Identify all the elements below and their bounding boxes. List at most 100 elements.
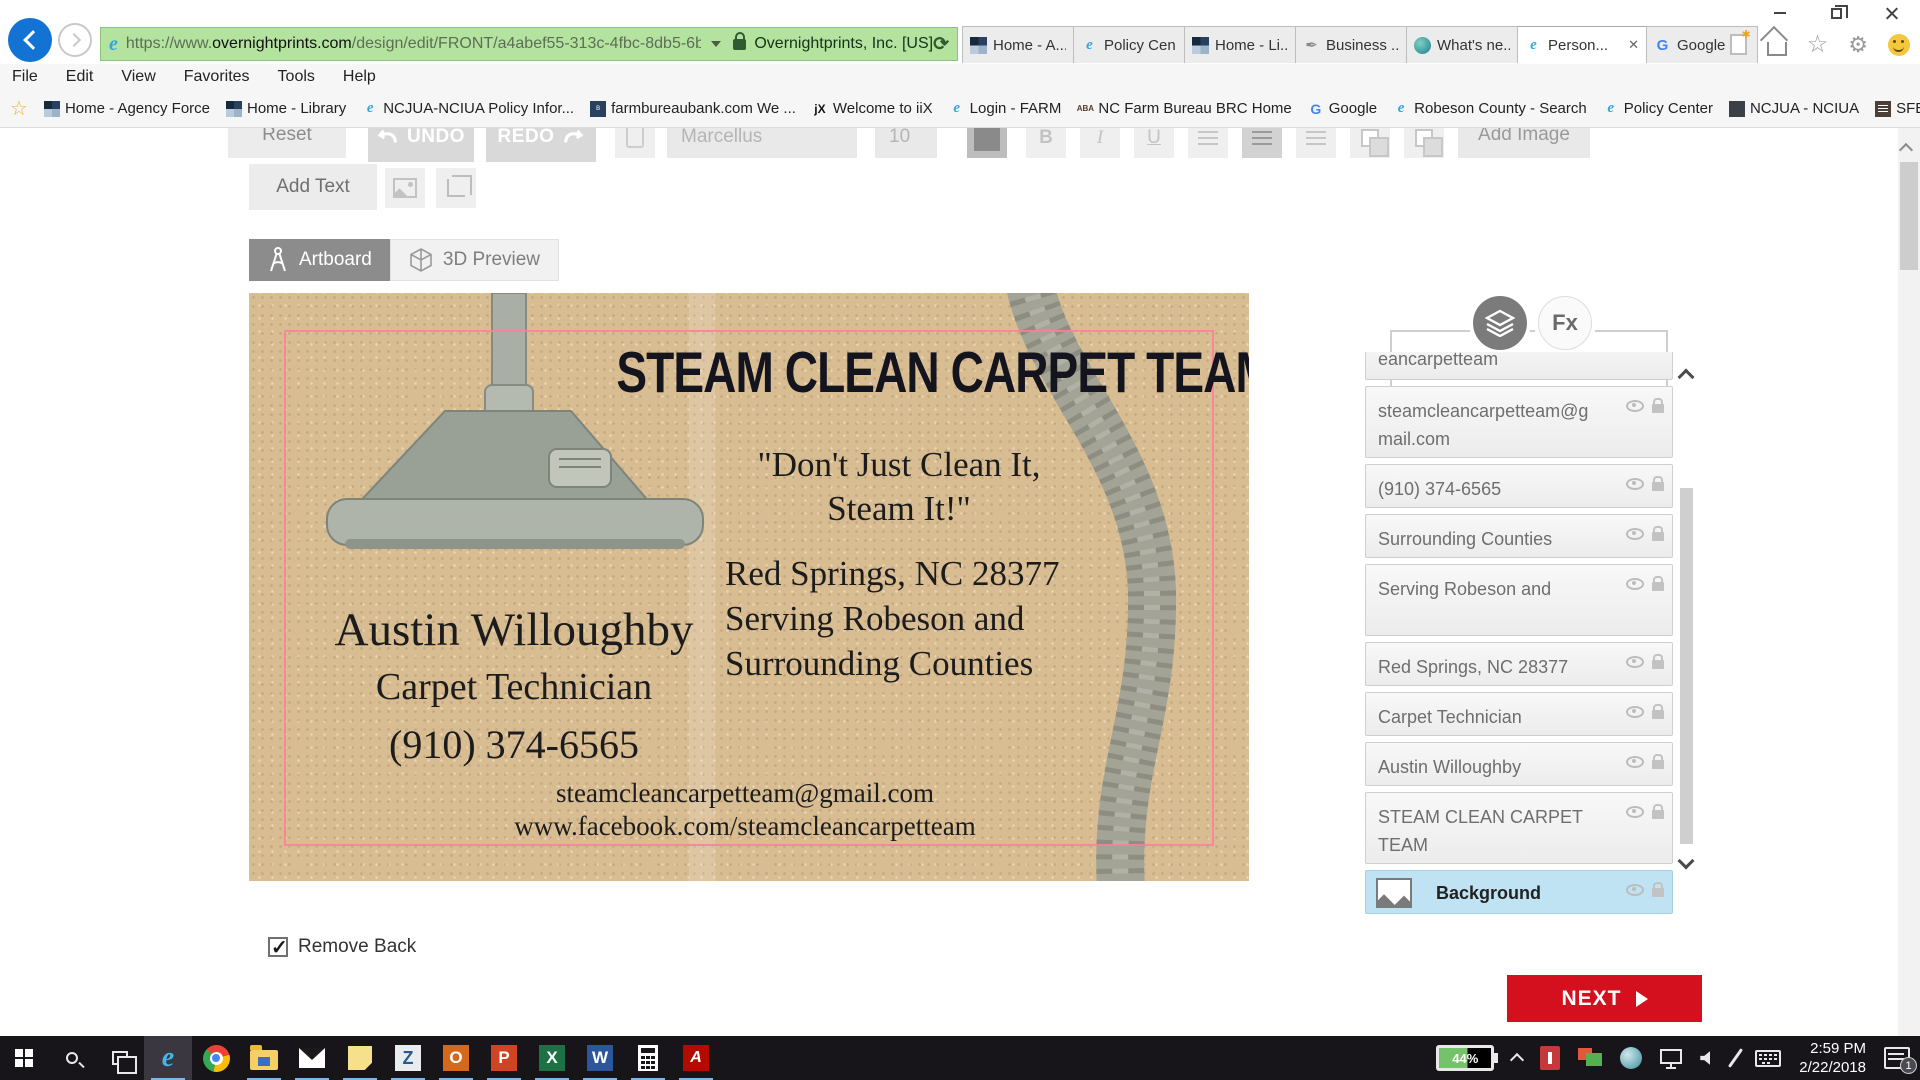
taskbar-outlook[interactable]: O (432, 1036, 480, 1080)
maximize-button[interactable] (1808, 0, 1864, 26)
visibility-eye-icon[interactable] (1626, 756, 1644, 768)
new-tab-icon[interactable] (1730, 34, 1747, 55)
remove-back-checkbox[interactable] (268, 937, 288, 957)
favorite-login-farm[interactable]: eLogin - FARM (949, 100, 1062, 117)
business-card-canvas[interactable]: STEAM CLEAN CARPET TEAM "Don't Just Clea… (249, 293, 1249, 881)
visibility-eye-icon[interactable] (1626, 884, 1644, 896)
tray-app-red-icon[interactable] (1540, 1046, 1560, 1070)
visibility-eye-icon[interactable] (1626, 528, 1644, 540)
bring-forward-button[interactable] (1350, 128, 1390, 158)
crop-button[interactable] (436, 168, 476, 208)
taskbar-ie[interactable]: e (144, 1036, 192, 1080)
taskbar-file-explorer[interactable] (240, 1036, 288, 1080)
insert-image-button[interactable] (385, 168, 425, 208)
lock-icon[interactable] (1652, 710, 1664, 719)
lock-icon[interactable] (1652, 482, 1664, 491)
network-icon[interactable] (1660, 1049, 1682, 1064)
task-view-button[interactable] (96, 1036, 144, 1080)
lock-icon[interactable] (1652, 888, 1664, 897)
card-name-text[interactable]: Austin Willoughby (269, 603, 759, 657)
taskbar-zix[interactable]: Z (384, 1036, 432, 1080)
window-scrollbar-thumb[interactable] (1900, 162, 1918, 270)
menu-tools[interactable]: Tools (278, 68, 315, 86)
card-phone-text[interactable]: (910) 374-6565 (269, 721, 759, 768)
tab-policy-center[interactable]: ePolicy Cen... (1073, 26, 1185, 63)
favorites-star-icon[interactable]: ☆ (1807, 35, 1829, 55)
bold-button[interactable]: B (1026, 128, 1066, 158)
lock-icon[interactable] (1652, 404, 1664, 413)
taskbar-acrobat[interactable]: A (672, 1036, 720, 1080)
send-backward-button[interactable] (1404, 128, 1444, 158)
favorite-google[interactable]: GGoogle (1308, 100, 1377, 117)
refresh-icon[interactable]: ⟳ (933, 33, 949, 56)
favorite-farmbureaubank[interactable]: Bfarmbureaubank.com We ... (590, 100, 796, 117)
menu-file[interactable]: File (12, 68, 38, 86)
settings-gear-icon[interactable]: ⚙ (1848, 35, 1868, 55)
lock-icon[interactable] (1652, 532, 1664, 541)
back-button[interactable] (8, 18, 52, 62)
forward-button[interactable] (58, 23, 92, 57)
add-image-button[interactable]: Add Image (1458, 128, 1590, 158)
visibility-eye-icon[interactable] (1626, 706, 1644, 718)
italic-button[interactable]: I (1080, 128, 1120, 158)
favorite-home-agency-force[interactable]: Home - Agency Force (44, 100, 210, 117)
next-button[interactable]: NEXT (1507, 975, 1702, 1022)
pen-icon[interactable] (1728, 1048, 1743, 1068)
font-size-input[interactable]: 10 (875, 128, 937, 158)
card-title-text[interactable]: STEAM CLEAN CARPET TEAM (616, 340, 1161, 406)
favorite-robeson-county[interactable]: eRobeson County - Search (1393, 100, 1587, 117)
card-quote-text[interactable]: "Don't Just Clean It, Steam It!" (649, 443, 1149, 531)
battery-indicator[interactable]: 44% (1436, 1045, 1494, 1071)
menu-help[interactable]: Help (343, 68, 376, 86)
security-lock-icon[interactable] (733, 39, 746, 50)
favorite-ncjua-nciua[interactable]: NCJUA - NCIUA (1729, 100, 1859, 117)
taskbar-sticky-notes[interactable] (336, 1036, 384, 1080)
tab-whats-new[interactable]: What's ne... (1406, 26, 1518, 63)
lock-icon[interactable] (1652, 760, 1664, 769)
favorites-bar-star-icon[interactable]: ☆ (10, 96, 28, 121)
taskbar-mail[interactable] (288, 1036, 336, 1080)
favorite-policy-center[interactable]: ePolicy Center (1603, 100, 1713, 117)
visibility-eye-icon[interactable] (1626, 578, 1644, 590)
layer-item[interactable]: Austin Willoughby (1365, 742, 1673, 786)
favorite-nc-farm-bureau[interactable]: ABANC Farm Bureau BRC Home (1077, 100, 1291, 117)
layer-item-background[interactable]: Background (1365, 870, 1673, 914)
favorite-ncjua-policy[interactable]: eNCJUA-NCIUA Policy Infor... (362, 100, 574, 117)
address-bar[interactable]: e https://www.overnightprints.com/design… (100, 27, 958, 61)
delete-button[interactable] (615, 128, 655, 158)
lock-icon[interactable] (1652, 660, 1664, 669)
underline-button[interactable]: U (1134, 128, 1174, 158)
taskbar-word[interactable]: W (576, 1036, 624, 1080)
layer-item[interactable]: eancarpetteam (1365, 352, 1673, 380)
layer-item[interactable]: Red Springs, NC 28377 (1365, 642, 1673, 686)
tab-home-agency[interactable]: Home - A... (962, 26, 1074, 63)
undo-button[interactable]: UNDO (368, 128, 474, 162)
action-center-icon[interactable]: 1 (1884, 1047, 1910, 1069)
visibility-eye-icon[interactable] (1626, 656, 1644, 668)
menu-view[interactable]: View (121, 68, 155, 86)
text-color-swatch[interactable] (967, 128, 1007, 158)
visibility-eye-icon[interactable] (1626, 400, 1644, 412)
feedback-smiley-icon[interactable] (1888, 34, 1910, 56)
close-button[interactable] (1864, 0, 1920, 26)
taskbar-excel[interactable]: X (528, 1036, 576, 1080)
lock-icon[interactable] (1652, 810, 1664, 819)
taskbar-calculator[interactable] (624, 1036, 672, 1080)
tray-displays-icon[interactable] (1578, 1048, 1602, 1068)
menu-edit[interactable]: Edit (66, 68, 94, 86)
card-contact-links[interactable]: steamcleancarpetteam@gmail.com www.faceb… (495, 777, 995, 843)
visibility-eye-icon[interactable] (1626, 478, 1644, 490)
tab-home-library[interactable]: Home - Li... (1184, 26, 1296, 63)
reset-button[interactable]: Reset (228, 128, 346, 158)
tab-artboard[interactable]: Artboard (249, 239, 390, 281)
touch-keyboard-icon[interactable] (1755, 1050, 1781, 1067)
align-center-button[interactable] (1242, 128, 1282, 158)
layer-item[interactable]: Surrounding Counties (1365, 514, 1673, 558)
layers-tab-button[interactable] (1473, 296, 1527, 350)
tab-personalize-active[interactable]: ePerson...✕ (1517, 26, 1647, 63)
align-left-button[interactable] (1188, 128, 1228, 158)
taskbar-powerpoint[interactable]: P (480, 1036, 528, 1080)
tray-globalprotect-icon[interactable] (1620, 1047, 1642, 1069)
tab-business[interactable]: ✒Business ... (1295, 26, 1407, 63)
add-text-button[interactable]: Add Text (249, 164, 377, 210)
